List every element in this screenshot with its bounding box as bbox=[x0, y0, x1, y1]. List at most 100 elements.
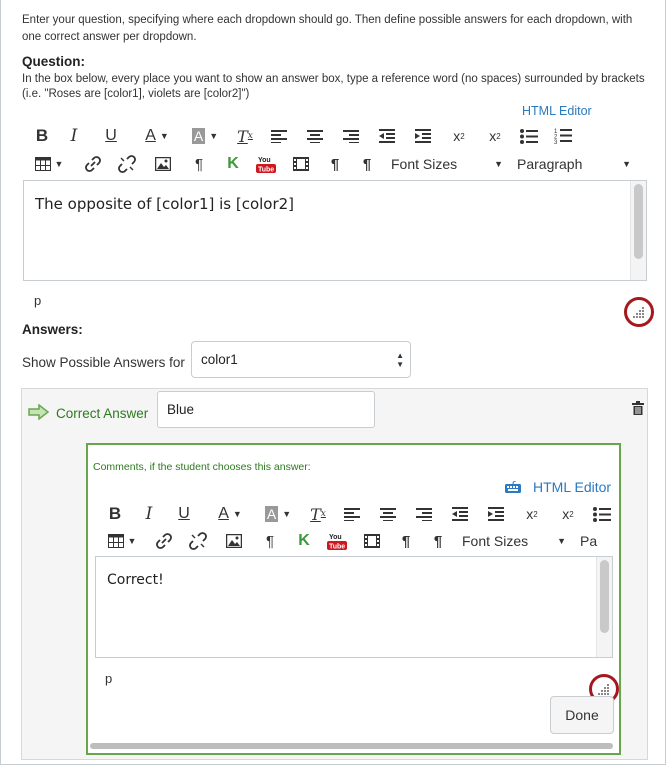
underline-icon[interactable]: U bbox=[103, 124, 119, 148]
superscript-icon[interactable]: x2 bbox=[522, 502, 542, 526]
comments-editor-content: Correct! bbox=[107, 572, 164, 588]
indent-icon[interactable] bbox=[413, 124, 433, 148]
paragraph-mark-icon[interactable]: ¶ bbox=[262, 529, 278, 553]
text-color-icon[interactable]: A ▼ bbox=[212, 502, 248, 526]
italic-icon[interactable]: I bbox=[142, 502, 156, 526]
align-left-icon[interactable] bbox=[342, 502, 362, 526]
font-sizes-dropdown[interactable]: Font Sizes ▼ bbox=[391, 152, 503, 176]
paragraph-dropdown[interactable]: Pa bbox=[580, 529, 610, 553]
background-color-icon[interactable]: A ▼ bbox=[260, 502, 296, 526]
media-icon[interactable] bbox=[291, 152, 311, 176]
svg-text:You: You bbox=[258, 157, 271, 164]
trash-icon[interactable] bbox=[632, 401, 644, 415]
comments-editor-container: Comments, if the student chooses this an… bbox=[86, 443, 621, 755]
ltr-icon[interactable]: ¶ bbox=[396, 529, 416, 553]
comments-path-label: p bbox=[105, 671, 113, 686]
question-html-editor-link[interactable]: HTML Editor bbox=[522, 104, 592, 118]
question-editor-scrollbar-track[interactable] bbox=[630, 181, 646, 280]
bold-icon[interactable]: B bbox=[31, 124, 53, 148]
bold-icon[interactable]: B bbox=[106, 502, 124, 526]
question-path-label: p bbox=[34, 293, 42, 308]
italic-icon[interactable]: I bbox=[67, 124, 81, 148]
question-help: In the box below, every place you want t… bbox=[22, 72, 652, 102]
quiz-question-form: Enter your question, specifying where ea… bbox=[0, 0, 666, 765]
align-left-icon[interactable] bbox=[269, 124, 289, 148]
comments-label: Comments, if the student chooses this an… bbox=[93, 461, 311, 473]
subscript-icon[interactable]: x2 bbox=[485, 124, 505, 148]
comments-toolbar-row2: ▼ ¶ K You Tube ¶ ¶ Font Sizes ▼ Pa bbox=[106, 527, 619, 555]
comments-editor-scrollbar[interactable] bbox=[600, 560, 609, 633]
bullet-list-icon[interactable] bbox=[592, 502, 612, 526]
svg-text:Tube: Tube bbox=[329, 544, 345, 551]
correct-answer-label[interactable]: Correct Answer bbox=[56, 406, 148, 421]
youtube-icon[interactable]: You Tube bbox=[255, 152, 277, 176]
subscript-icon[interactable]: x2 bbox=[558, 502, 578, 526]
comments-horizontal-scrollbar[interactable] bbox=[90, 743, 613, 749]
font-sizes-dropdown[interactable]: Font Sizes ▼ bbox=[462, 529, 566, 553]
youtube-icon[interactable]: You Tube bbox=[326, 529, 348, 553]
superscript-icon[interactable]: x2 bbox=[449, 124, 469, 148]
font-sizes-label: Font Sizes bbox=[462, 533, 529, 549]
resize-grip-icon bbox=[598, 683, 610, 695]
question-toolbar-row1: B I U A ▼ A ▼ Tx x2 x2 123 bbox=[31, 122, 641, 150]
align-right-icon[interactable] bbox=[414, 502, 434, 526]
clear-formatting-icon[interactable]: Tx bbox=[308, 502, 328, 526]
text-color-icon[interactable]: A ▼ bbox=[139, 124, 175, 148]
svg-text:3: 3 bbox=[554, 140, 558, 144]
comments-html-editor-link[interactable]: HTML Editor bbox=[533, 479, 611, 495]
unlink-icon[interactable] bbox=[188, 529, 208, 553]
clear-formatting-icon[interactable]: Tx bbox=[235, 124, 255, 148]
question-resize-handle[interactable] bbox=[624, 297, 654, 327]
indent-icon[interactable] bbox=[486, 502, 506, 526]
outdent-icon[interactable] bbox=[450, 502, 470, 526]
paragraph-label: Paragraph bbox=[517, 156, 583, 172]
align-center-icon[interactable] bbox=[378, 502, 398, 526]
table-icon[interactable]: ▼ bbox=[33, 152, 65, 176]
resize-grip-icon bbox=[633, 306, 645, 318]
rtl-icon[interactable]: ¶ bbox=[428, 529, 448, 553]
answer-input-value: Blue bbox=[167, 402, 195, 417]
comments-editor-scrollbar-track[interactable] bbox=[596, 557, 612, 657]
unlink-icon[interactable] bbox=[117, 152, 137, 176]
svg-text:Tube: Tube bbox=[258, 167, 274, 174]
question-editor[interactable]: The opposite of [color1] is [color2] bbox=[23, 180, 647, 281]
question-editor-content: The opposite of [color1] is [color2] bbox=[35, 195, 295, 213]
align-center-icon[interactable] bbox=[305, 124, 325, 148]
question-toolbar-row2: ▼ ¶ K You Tube ¶ ¶ Font Sizes ▼ Paragraph ▼ bbox=[33, 150, 645, 178]
arrow-right-icon bbox=[28, 404, 50, 420]
svg-text:You: You bbox=[329, 534, 342, 541]
keyboard-icon bbox=[505, 481, 521, 493]
chevron-down-icon: ▼ bbox=[557, 536, 566, 546]
question-help-line2: (i.e. "Roses are [color1], violets are [… bbox=[22, 88, 250, 100]
background-color-icon[interactable]: A ▼ bbox=[187, 124, 223, 148]
link-icon[interactable] bbox=[83, 152, 103, 176]
show-possible-answers-label: Show Possible Answers for bbox=[22, 355, 185, 370]
ltr-icon[interactable]: ¶ bbox=[325, 152, 345, 176]
done-button[interactable]: Done bbox=[550, 696, 614, 734]
image-icon[interactable] bbox=[224, 529, 244, 553]
underline-icon[interactable]: U bbox=[176, 502, 192, 526]
numbered-list-icon[interactable]: 123 bbox=[553, 124, 573, 148]
font-sizes-label: Font Sizes bbox=[391, 156, 458, 172]
paragraph-dropdown[interactable]: Paragraph ▼ bbox=[517, 152, 631, 176]
link-icon[interactable] bbox=[154, 529, 174, 553]
bullet-list-icon[interactable] bbox=[519, 124, 539, 148]
answer-input[interactable]: Blue bbox=[157, 391, 375, 428]
kaltura-icon[interactable]: K bbox=[296, 529, 312, 553]
paragraph-label: Pa bbox=[580, 533, 598, 549]
question-label: Question: bbox=[22, 54, 85, 69]
blank-select[interactable]: color1 ▲ ▼ bbox=[191, 341, 411, 378]
paragraph-mark-icon[interactable]: ¶ bbox=[191, 152, 207, 176]
image-icon[interactable] bbox=[153, 152, 173, 176]
comments-editor[interactable]: Correct! bbox=[95, 556, 613, 658]
comments-toolbar-row1: B I U A ▼ A ▼ Tx x2 x2 bbox=[106, 500, 619, 528]
outdent-icon[interactable] bbox=[377, 124, 397, 148]
table-icon[interactable]: ▼ bbox=[106, 529, 138, 553]
align-right-icon[interactable] bbox=[341, 124, 361, 148]
answers-label: Answers: bbox=[22, 322, 83, 337]
kaltura-icon[interactable]: K bbox=[225, 152, 241, 176]
question-editor-scrollbar[interactable] bbox=[634, 184, 643, 259]
media-icon[interactable] bbox=[362, 529, 382, 553]
question-help-line1: In the box below, every place you want t… bbox=[22, 73, 645, 85]
rtl-icon[interactable]: ¶ bbox=[357, 152, 377, 176]
